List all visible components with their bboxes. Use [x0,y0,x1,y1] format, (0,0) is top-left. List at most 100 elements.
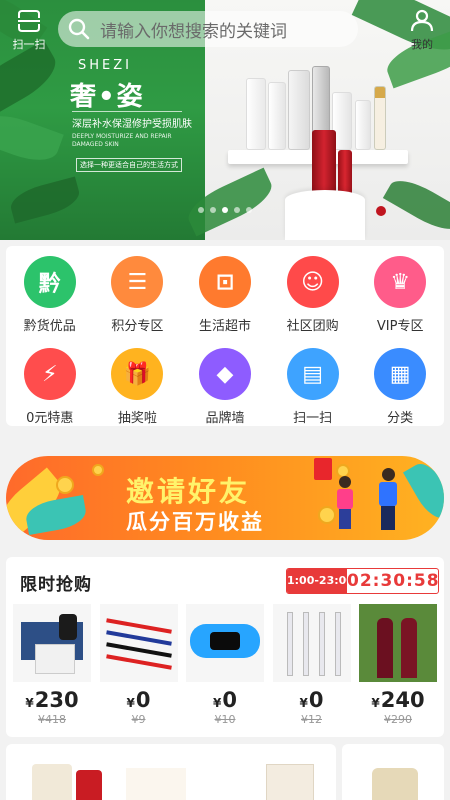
product-bottle [268,82,286,150]
search-icon [68,18,90,40]
category-label: 扫一扫 [293,411,333,426]
product-price: ¥240 [371,688,424,712]
product-image [359,604,437,682]
category-item[interactable]: ☰ 积分专区 [94,256,182,334]
product-price: ¥230 [25,688,78,712]
crown-icon: ♛ [374,256,427,308]
original-value: 12 [308,713,322,726]
search-input[interactable]: 请输入你想搜索的关键词 [58,11,358,47]
category-item[interactable]: ☺ 社区团购 [269,256,357,334]
scan-label: 扫一扫 [12,38,46,51]
original-price: ¥290 [384,713,412,726]
currency-symbol: ¥ [25,696,34,710]
banner-brand-cn: 奢•姿 [70,82,145,112]
category-label: 0元特惠 [26,411,74,426]
carousel-dot[interactable] [234,207,240,213]
invite-banner[interactable]: 邀请好友 瓜分百万收益 [6,456,444,540]
product-card[interactable] [6,744,336,800]
category-item[interactable]: ▦ 分类 [356,348,444,426]
app-page: SHEZI 奢•姿 深层补水保湿修护受损肌肤 DEEPLY MOISTURIZE… [0,0,450,800]
banner-divider [72,111,182,112]
original-price: ¥10 [215,713,236,726]
category-label: 分类 [387,411,414,426]
product-price: ¥0 [213,688,237,712]
currency-symbol: ¥ [299,696,308,710]
leaf-decoration [403,457,444,525]
category-item[interactable]: ♛ VIP专区 [356,256,444,334]
mine-label: 我的 [411,38,433,51]
banner-brand-en: SHEZI [78,58,132,73]
price-value: 240 [380,688,425,712]
original-value: 10 [221,713,236,726]
category-item[interactable]: ▤ 扫一扫 [269,348,357,426]
flash-product-wine-bottles[interactable]: ¥240 ¥290 [358,604,438,726]
category-item[interactable]: ⚡ 0元特惠 [6,348,94,426]
category-item[interactable]: 🎁 抽奖啦 [94,348,182,426]
original-value: 418 [45,713,66,726]
original-currency: ¥ [301,713,308,726]
cart-icon: ⊡ [198,256,251,308]
person-figure [378,468,398,534]
category-item[interactable]: ⊡ 生活超市 [181,256,269,334]
original-price: ¥9 [132,713,146,726]
product-price: ¥0 [127,688,151,712]
category-label: 积分专区 [111,319,164,334]
flash-product-sport-watch[interactable]: ¥0 ¥10 [185,604,265,726]
currency-symbol: ¥ [213,696,222,710]
original-value: 290 [391,713,412,726]
flash-sale-section: 限时抢购 1:00-23:00 02:30:58 ¥230 ¥418 ¥0 ¥9 ¥0 ¥… [6,557,444,737]
category-label: 抽奖啦 [117,411,157,426]
original-price: ¥12 [301,713,322,726]
product-bottle [355,100,371,150]
coin-decoration [92,464,104,476]
alarm-icon: ⚡ [23,348,76,400]
category-item[interactable]: ◆ 品牌墙 [181,348,269,426]
original-price: ¥418 [38,713,66,726]
scan-doc-icon: ▤ [286,348,339,400]
price-value: 0 [308,688,324,712]
scan-button[interactable]: 扫一扫 [10,10,48,54]
person-figure [336,476,354,532]
invite-title: 邀请好友 [126,475,251,508]
flash-product-tea-gift-box[interactable]: ¥230 ¥418 [12,604,92,726]
product-image [186,604,264,682]
product-image [13,604,91,682]
product-image [99,604,178,682]
carousel-dots[interactable] [0,207,450,213]
carousel-dot[interactable] [198,207,204,213]
category-item[interactable]: 黔黔货优品 [6,256,94,334]
original-currency: ¥ [38,713,45,726]
price-value: 0 [222,688,237,712]
flash-product-pen-set[interactable]: ¥0 ¥9 [99,604,179,726]
mine-button[interactable]: 我的 [404,8,440,54]
product-price: ¥0 [300,688,324,712]
carousel-dot[interactable] [222,207,228,213]
flash-sale-products: ¥230 ¥418 ¥0 ¥9 ¥0 ¥10 ¥0 ¥12 ¥240 ¥290 [12,604,438,726]
banner-slogan: 选择一种更适合自己的生活方式 [76,158,182,172]
tag-icon: ◆ [198,348,251,400]
countdown-value: 02:30:58 [347,571,439,591]
countdown-timer: 1:00-23:00 02:30:58 [286,568,439,594]
group-icon: ☺ [286,256,339,308]
currency-symbol: ¥ [126,696,135,710]
coin-decoration [318,506,336,524]
banner-tagline-en: DEEPLY MOISTURIZE AND REPAIR DAMAGED SKI… [72,133,172,148]
scan-icon [18,10,40,32]
sale-time-range: 1:00-23:00 [287,569,354,593]
flash-product-toothbrush-set[interactable]: ¥0 ¥12 [272,604,352,726]
product-card[interactable] [342,744,444,800]
category-grid: 黔黔货优品 ☰ 积分专区 ⊡ 生活超市 ☺ 社区团购 ♛ VIP专区 ⚡ 0元特惠 🎁 抽奖啦 ◆ 品牌墙 ▤… [6,256,444,426]
grid-icon: ▦ [374,348,427,400]
category-label: VIP专区 [376,319,424,334]
product-bottle [374,86,386,150]
original-currency: ¥ [131,713,139,726]
category-label: 黔货优品 [23,319,76,334]
carousel-dot[interactable] [210,207,216,213]
category-label: 社区团购 [286,319,339,334]
product-bottle [246,78,266,150]
product-image [272,604,351,682]
price-value: 230 [34,688,79,712]
invite-subtitle: 瓜分百万收益 [126,510,264,534]
price-value: 0 [135,688,151,712]
carousel-dot[interactable] [246,207,252,213]
